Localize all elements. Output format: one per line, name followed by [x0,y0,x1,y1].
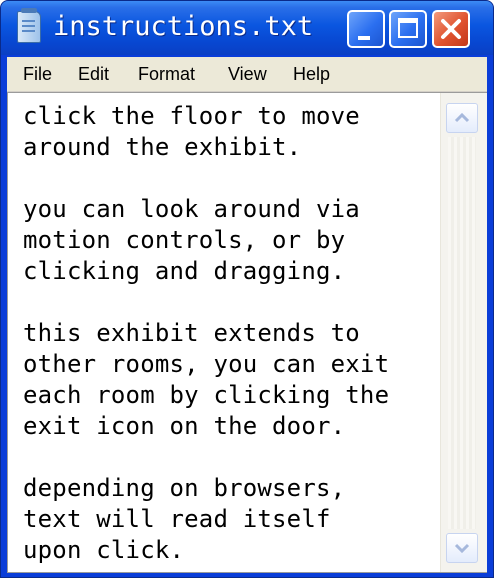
menu-view[interactable]: View [228,57,267,91]
window-title: instructions.txt [53,11,314,42]
text-editor[interactable]: click the floor to move around the exhib… [7,92,487,573]
scroll-track[interactable] [448,137,476,529]
menu-bar: File Edit Format View Help [7,57,487,92]
chevron-up-icon [454,112,470,123]
minimize-icon [358,36,370,40]
maximize-icon [398,18,418,38]
menu-help[interactable]: Help [293,57,330,91]
vertical-scrollbar[interactable] [440,93,487,572]
menu-edit[interactable]: Edit [78,57,109,91]
minimize-button[interactable] [347,10,385,48]
scroll-down-button[interactable] [446,533,478,563]
title-bar[interactable]: instructions.txt [1,1,493,55]
close-button[interactable] [432,10,470,48]
maximize-button[interactable] [389,10,427,48]
close-icon [441,19,461,39]
menu-format[interactable]: Format [138,57,195,91]
document-text[interactable]: click the floor to move around the exhib… [23,101,431,569]
menu-file[interactable]: File [23,57,52,91]
scroll-up-button[interactable] [446,103,478,133]
notepad-window: instructions.txt File Edit Format View H… [0,0,494,578]
chevron-down-icon [454,543,470,554]
notepad-icon[interactable] [17,8,41,43]
